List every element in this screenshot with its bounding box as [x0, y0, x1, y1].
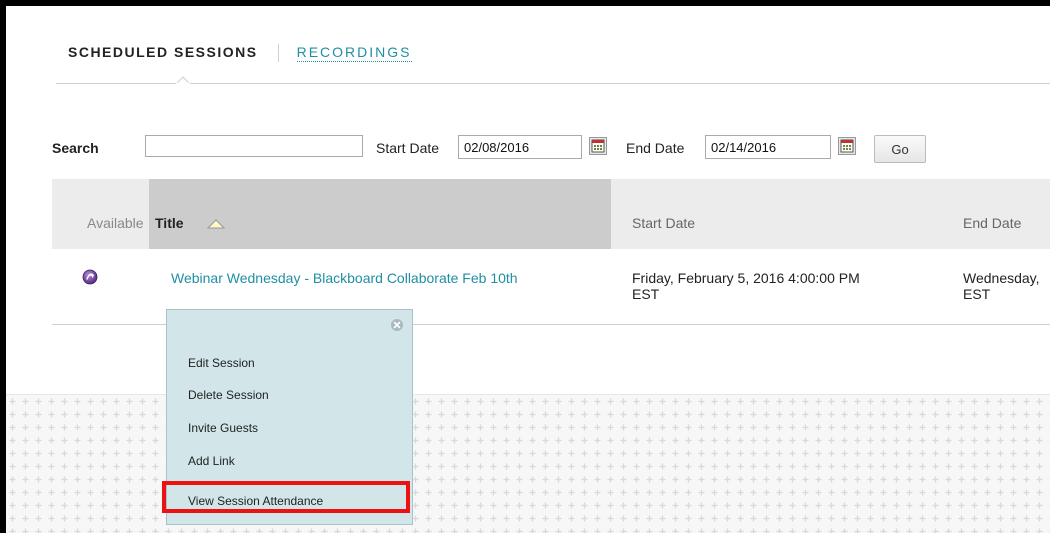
table-header: Available Title Start Date End Date — [52, 179, 1050, 249]
start-date-input[interactable] — [458, 135, 582, 159]
menu-item-delete-session[interactable]: Delete Session — [188, 388, 269, 402]
active-tab-pointer — [176, 76, 190, 84]
start-date-label: Start Date — [376, 140, 440, 156]
menu-item-edit-session[interactable]: Edit Session — [188, 356, 255, 370]
sort-ascending-icon — [207, 219, 225, 229]
tab-underline — [56, 83, 1050, 84]
search-input[interactable] — [145, 135, 363, 157]
close-icon[interactable] — [390, 318, 404, 332]
column-header-start-date[interactable]: Start Date — [632, 215, 695, 231]
tab-separator — [277, 44, 279, 62]
end-date-calendar-icon[interactable] — [838, 137, 856, 155]
page-frame: SCHEDULED SESSIONS RECORDINGS Search Sta… — [6, 6, 1050, 533]
session-start-date-line1: Friday, February 5, 2016 4:00:00 PM — [632, 270, 860, 286]
available-status-icon — [82, 269, 98, 285]
session-end-date-line1: Wednesday, — [963, 270, 1040, 286]
tab-bar: SCHEDULED SESSIONS RECORDINGS — [68, 44, 412, 74]
go-button[interactable]: Go — [874, 135, 926, 163]
session-start-date-line2: EST — [632, 286, 660, 302]
column-header-end-date[interactable]: End Date — [963, 215, 1021, 231]
tab-scheduled-sessions[interactable]: SCHEDULED SESSIONS — [68, 44, 278, 60]
end-date-label: End Date — [626, 140, 685, 156]
menu-item-add-link[interactable]: Add Link — [188, 454, 235, 468]
search-bar: Search Start Date End Date — [52, 133, 1032, 163]
tab-recordings[interactable]: RECORDINGS — [296, 44, 412, 62]
session-end-date: Wednesday, EST — [963, 270, 1050, 302]
session-title-link[interactable]: Webinar Wednesday - Blackboard Collabora… — [171, 270, 518, 286]
column-header-available[interactable]: Available — [87, 215, 144, 231]
session-start-date: Friday, February 5, 2016 4:00:00 PM EST — [632, 270, 932, 302]
search-label: Search — [52, 140, 99, 156]
end-date-input[interactable] — [705, 135, 831, 159]
menu-item-invite-guests[interactable]: Invite Guests — [188, 421, 258, 435]
highlight-box — [162, 481, 410, 513]
session-end-date-line2: EST — [963, 286, 991, 302]
start-date-calendar-icon[interactable] — [589, 137, 607, 155]
column-header-title[interactable]: Title — [149, 179, 611, 249]
column-header-title-label: Title — [155, 215, 184, 231]
